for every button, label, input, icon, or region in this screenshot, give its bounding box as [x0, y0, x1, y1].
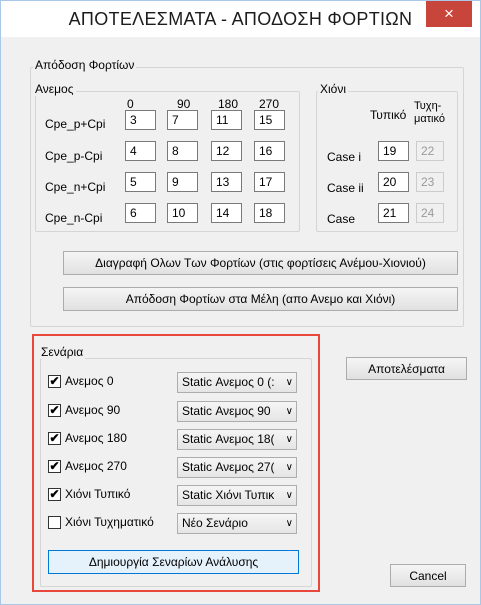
scenario-combo[interactable]: Static Ανεμος 90 ∨	[177, 401, 297, 422]
snow-typical-input[interactable]: 19	[378, 141, 409, 161]
scenario-combo[interactable]: Νέο Σενάριο ∨	[177, 513, 297, 534]
chevron-down-icon: ∨	[285, 462, 293, 473]
wind-row-label: Cpe_p-Cpi	[45, 149, 103, 163]
checkbox-wind-90[interactable]: ✔	[48, 404, 61, 417]
results-button[interactable]: Αποτελέσματα	[346, 357, 467, 380]
wind-row-label: Cpe_p+Cpi	[45, 117, 106, 131]
load-assignment-legend: Απόδοση Φορτίων	[33, 58, 137, 72]
snow-col-accidental: Τυχη-	[414, 100, 442, 112]
window-title: ΑΠΟΤΕΛΕΣΜΑΤΑ - ΑΠΟΔΟΣΗ ΦΟΡΤΙΩΝ	[68, 9, 413, 29]
scenario-combo[interactable]: Static Χιόνι Τυπικ ∨	[177, 485, 297, 506]
wind-col-0: 0	[127, 97, 134, 111]
create-scenarios-button[interactable]: Δημιουργία Σεναρίων Ανάλυσης	[48, 550, 299, 574]
wind-input[interactable]: 14	[211, 203, 242, 223]
wind-input[interactable]: 6	[125, 203, 156, 223]
chevron-down-icon: ∨	[285, 434, 293, 445]
wind-input[interactable]: 12	[211, 141, 242, 161]
wind-input[interactable]: 11	[211, 110, 242, 130]
scenario-label: Χιόνι Τυπικό	[65, 487, 131, 501]
snow-typical-input[interactable]: 21	[378, 203, 409, 223]
chevron-down-icon: ∨	[285, 518, 293, 529]
wind-input[interactable]: 7	[167, 110, 198, 130]
checkbox-wind-180[interactable]: ✔	[48, 432, 61, 445]
snow-accidental-input: 24	[416, 203, 444, 223]
chevron-down-icon: ∨	[285, 406, 293, 417]
wind-input[interactable]: 3	[125, 110, 156, 130]
scenario-label: Χιόνι Τυχηματικό	[65, 515, 154, 529]
title-bar: ΑΠΟΤΕΛΕΣΜΑΤΑ - ΑΠΟΔΟΣΗ ΦΟΡΤΙΩΝ ×	[1, 1, 480, 37]
cancel-button[interactable]: Cancel	[390, 564, 466, 587]
wind-legend: Ανεμος	[33, 82, 76, 96]
scenario-combo[interactable]: Static Ανεμος 0 (: ∨	[177, 372, 297, 393]
wind-input[interactable]: 4	[125, 141, 156, 161]
wind-row-label: Cpe_n-Cpi	[45, 211, 103, 225]
checkbox-wind-0[interactable]: ✔	[48, 375, 61, 388]
snow-row-label: Case	[327, 212, 356, 226]
wind-input[interactable]: 15	[254, 110, 285, 130]
wind-input[interactable]: 10	[167, 203, 198, 223]
scenario-combo[interactable]: Static Ανεμος 27(∨	[177, 457, 297, 478]
wind-col-90: 90	[177, 97, 191, 111]
wind-row-label: Cpe_n+Cpi	[45, 180, 106, 194]
wind-input[interactable]: 18	[254, 203, 285, 223]
scenario-label: Ανεμος 270	[65, 459, 127, 473]
snow-row-label: Case i	[327, 150, 362, 164]
wind-input[interactable]: 9	[167, 172, 198, 192]
chevron-down-icon: ∨	[285, 490, 293, 501]
scenario-label: Ανεμος 90	[65, 403, 121, 417]
snow-col-accidental: ματικό	[414, 113, 445, 125]
assign-loads-button[interactable]: Απόδοση Φορτίων στα Μέλη (απο Ανεμο και …	[63, 287, 458, 311]
checkbox-wind-270[interactable]: ✔	[48, 460, 61, 473]
snow-typical-input[interactable]: 20	[378, 172, 409, 192]
wind-input[interactable]: 16	[254, 141, 285, 161]
wind-input[interactable]: 17	[254, 172, 285, 192]
wind-input[interactable]: 5	[125, 172, 156, 192]
snow-col-typical: Τυπικό	[370, 108, 407, 122]
snow-row-label: Case ii	[327, 181, 364, 195]
delete-all-loads-button[interactable]: Διαγραφή Ολων Των Φορτίων (στις φορτίσει…	[63, 251, 458, 275]
wind-input[interactable]: 13	[211, 172, 242, 192]
chevron-down-icon: ∨	[285, 377, 293, 388]
wind-input[interactable]: 8	[167, 141, 198, 161]
close-icon[interactable]: ×	[426, 1, 472, 27]
scenarios-legend: Σενάρια	[39, 345, 86, 359]
wind-col-270: 270	[259, 97, 280, 111]
scenario-label: Ανεμος 180	[65, 431, 127, 445]
wind-col-180: 180	[218, 97, 239, 111]
scenario-combo[interactable]: Static Ανεμος 18(∨	[177, 429, 297, 450]
snow-accidental-input: 23	[416, 172, 444, 192]
checkbox-snow-typical[interactable]: ✔	[48, 488, 61, 501]
snow-accidental-input: 22	[416, 141, 444, 161]
scenario-label: Ανεμος 0	[65, 374, 114, 388]
snow-legend: Χιόνι	[318, 82, 349, 96]
checkbox-snow-accidental[interactable]	[48, 516, 61, 529]
